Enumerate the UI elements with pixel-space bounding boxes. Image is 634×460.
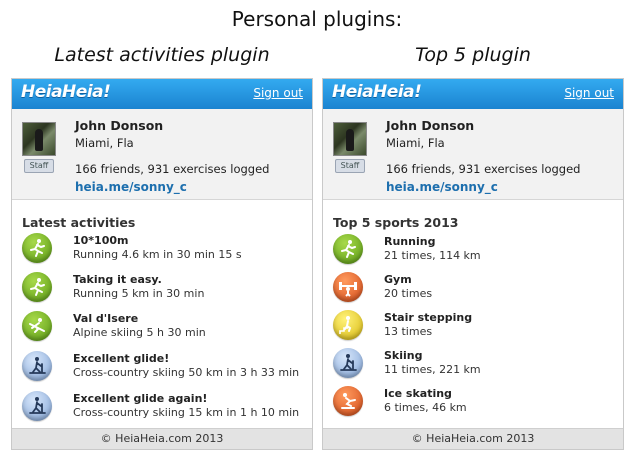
plugin-header: HeiaHeia! Sign out [12,79,312,109]
list-item[interactable]: Running 21 times, 114 km [333,234,613,266]
list-item[interactable]: Ice skating 6 times, 46 km [333,386,613,418]
item-title: Stair stepping [384,311,473,324]
user-stats: 166 friends, 931 exercises logged [75,162,270,176]
user-stats: 166 friends, 931 exercises logged [386,162,581,176]
item-subtitle: 20 times [384,287,433,300]
skiing-icon [333,348,363,378]
list-item[interactable]: Gym 20 times [333,272,613,304]
profile-link[interactable]: heia.me/sonny_c [75,180,187,194]
item-title: Excellent glide again! [73,392,208,405]
page-title: Personal plugins: [231,7,403,31]
staff-badge: Staff [24,159,54,173]
profile-card: Staff John Donson Miami, Fla 166 friends… [323,109,623,200]
running-icon [22,272,52,302]
list-item[interactable]: Excellent glide! Cross-country skiing 50 … [22,351,302,383]
right-plugin-title: Top 5 plugin [415,44,531,66]
user-name[interactable]: John Donson [75,118,163,133]
staff-badge: Staff [335,159,365,173]
plugin-footer: © HeiaHeia.com 2013 [323,428,623,449]
left-plugin-title: Latest activities plugin [54,44,270,66]
list-item[interactable]: Taking it easy. Running 5 km in 30 min [22,272,302,304]
user-location: Miami, Fla [386,136,445,150]
item-title: Val d'Isere [73,312,139,325]
latest-activities-plugin: HeiaHeia! Sign out Staff John Donson Mia… [11,78,313,450]
item-subtitle: Cross-country skiing 15 km in 1 h 10 min [73,406,300,419]
profile-card: Staff John Donson Miami, Fla 166 friends… [12,109,312,200]
item-subtitle: Running 5 km in 30 min [73,287,205,300]
section-title: Latest activities [22,215,136,230]
list-item[interactable]: Excellent glide again! Cross-country skii… [22,391,302,423]
item-subtitle: Alpine skiing 5 h 30 min [73,326,206,339]
item-subtitle: Running 4.6 km in 30 min 15 s [73,248,242,261]
item-title: Gym [384,273,412,286]
item-title: Skiing [384,349,423,362]
weightlifting-icon [333,272,363,302]
plugin-footer: © HeiaHeia.com 2013 [12,428,312,449]
sign-out-link[interactable]: Sign out [253,86,303,100]
item-subtitle: 21 times, 114 km [384,249,481,262]
item-title: Excellent glide! [73,352,170,365]
item-subtitle: Cross-country skiing 50 km in 3 h 33 min [73,366,300,379]
list-item[interactable]: Val d'Isere Alpine skiing 5 h 30 min [22,311,302,343]
plugin-header: HeiaHeia! Sign out [323,79,623,109]
list-item[interactable]: 10*100m Running 4.6 km in 30 min 15 s [22,233,302,265]
stair-stepping-icon [333,310,363,340]
item-subtitle: 13 times [384,325,433,338]
cross-country-skiing-icon [22,351,52,381]
item-title: Ice skating [384,387,452,400]
list-item[interactable]: Skiing 11 times, 221 km [333,348,613,380]
avatar[interactable] [333,122,367,156]
sign-out-link[interactable]: Sign out [564,86,614,100]
user-name[interactable]: John Donson [386,118,474,133]
heiaheia-logo[interactable]: HeiaHeia! [21,82,111,102]
section-title: Top 5 sports 2013 [333,215,459,230]
item-title: Running [384,235,436,248]
user-location: Miami, Fla [75,136,134,150]
ice-skating-icon [333,386,363,416]
item-title: 10*100m [73,234,129,247]
list-item[interactable]: Stair stepping 13 times [333,310,613,342]
avatar[interactable] [22,122,56,156]
cross-country-skiing-icon [22,391,52,421]
item-title: Taking it easy. [73,273,162,286]
alpine-skiing-icon [22,311,52,341]
heiaheia-logo[interactable]: HeiaHeia! [332,82,422,102]
profile-link[interactable]: heia.me/sonny_c [386,180,498,194]
running-icon [333,234,363,264]
top-5-plugin: HeiaHeia! Sign out Staff John Donson Mia… [322,78,624,450]
running-icon [22,233,52,263]
item-subtitle: 6 times, 46 km [384,401,467,414]
item-subtitle: 11 times, 221 km [384,363,481,376]
